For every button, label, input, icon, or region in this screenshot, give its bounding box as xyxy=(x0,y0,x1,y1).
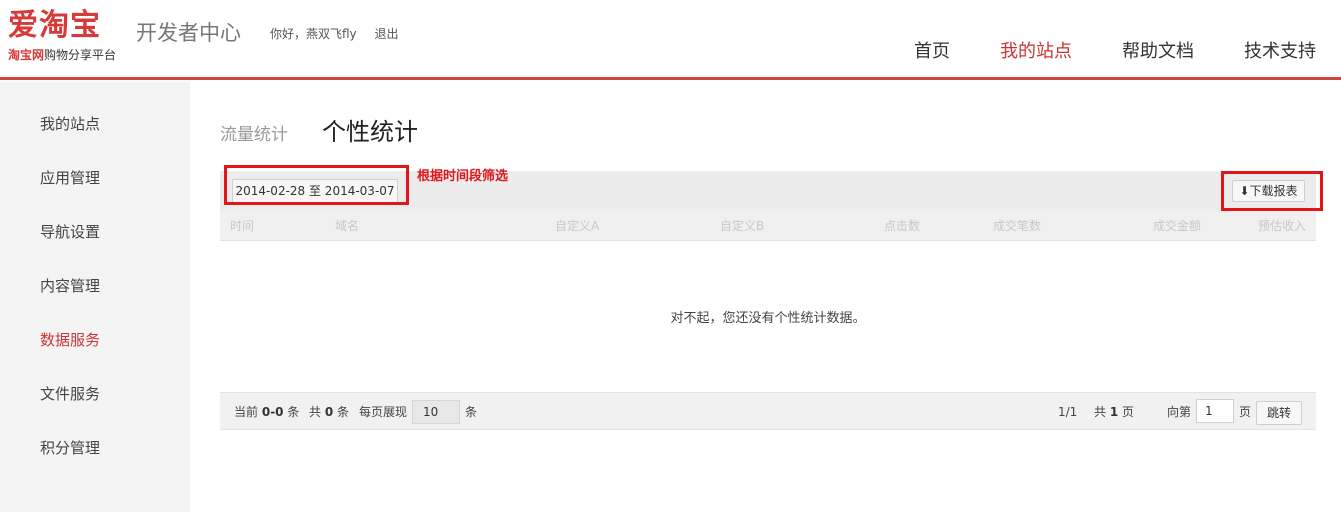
page-status: 1/1 xyxy=(1058,405,1078,419)
user-greeting: 你好，燕双飞fly 退出 xyxy=(270,26,399,42)
per-page-unit: 条 xyxy=(465,405,478,419)
total-label: 共 xyxy=(309,405,322,419)
sidebar-item-nav-settings[interactable]: 导航设置 xyxy=(40,222,100,242)
total-pages: 共 1 页 xyxy=(1094,404,1134,420)
nav-help-docs[interactable]: 帮助文档 xyxy=(1122,40,1194,64)
dev-center-title: 开发者中心 xyxy=(136,21,241,45)
filter-annotation: 根据时间段筛选 xyxy=(417,169,509,184)
column-header-time: 时间 xyxy=(230,219,255,233)
aitaobao-logo[interactable]: 爱淘宝 淘宝网购物分享平台 xyxy=(8,8,128,64)
nav-my-sites[interactable]: 我的站点 xyxy=(1000,40,1072,64)
download-highlight xyxy=(1221,171,1323,211)
column-header-custom-a: 自定义A xyxy=(555,219,600,233)
table-header: 时间 域名 自定义A 自定义B 点击数 成交笔数 成交金额 预估收入 xyxy=(220,211,1316,241)
goto-label: 向第 xyxy=(1167,405,1192,419)
goto-page-input[interactable]: 1 xyxy=(1196,399,1234,423)
column-header-custom-b: 自定义B xyxy=(720,219,765,233)
column-header-domain: 域名 xyxy=(335,219,360,233)
goto-unit: 页 xyxy=(1239,405,1252,419)
logo-sub-brand: 淘宝网 xyxy=(8,48,45,62)
sidebar-item-app-management[interactable]: 应用管理 xyxy=(40,168,100,188)
logout-link[interactable]: 退出 xyxy=(375,27,399,41)
logo-subtitle: 淘宝网购物分享平台 xyxy=(8,48,116,62)
empty-message: 对不起，您还没有个性统计数据。 xyxy=(670,311,866,326)
current-range: 当前 0-0 条 xyxy=(234,404,299,420)
date-range-highlight xyxy=(224,165,409,205)
total-pages-label: 共 xyxy=(1094,405,1107,419)
sidebar-item-file-service[interactable]: 文件服务 xyxy=(40,384,100,404)
current-label: 当前 xyxy=(234,405,259,419)
header: 爱淘宝 淘宝网购物分享平台 开发者中心 你好，燕双飞fly 退出 首页 我的站点… xyxy=(0,0,1341,80)
pagination-bar: 当前 0-0 条 共 0 条 每页展现 10 条 1/1 共 1 页 向第 1 … xyxy=(220,392,1316,430)
column-header-amount: 成交金额 xyxy=(1153,219,1202,233)
sidebar-item-points-management[interactable]: 积分管理 xyxy=(40,438,100,458)
total-pages-value: 1 xyxy=(1109,405,1119,419)
current-unit: 条 xyxy=(287,405,300,419)
per-page-input[interactable]: 10 xyxy=(412,400,460,424)
total-count: 共 0 条 xyxy=(309,404,349,420)
total-unit: 条 xyxy=(337,405,350,419)
nav-tech-support[interactable]: 技术支持 xyxy=(1244,40,1316,64)
total-value: 0 xyxy=(324,405,334,419)
jump-button[interactable]: 跳转 xyxy=(1256,401,1302,425)
tab-custom-stats[interactable]: 个性统计 xyxy=(322,117,418,147)
sidebar-item-data-service[interactable]: 数据服务 xyxy=(40,330,100,350)
nav-home[interactable]: 首页 xyxy=(914,40,950,64)
total-pages-unit: 页 xyxy=(1122,405,1135,419)
column-header-clicks: 点击数 xyxy=(884,219,921,233)
sidebar-item-content-management[interactable]: 内容管理 xyxy=(40,276,100,296)
current-range-value: 0-0 xyxy=(261,405,284,419)
greeting-text: 你好，燕双飞fly xyxy=(270,27,357,41)
logo-sub-text: 购物分享平台 xyxy=(44,48,117,62)
column-header-estimated-income: 预估收入 xyxy=(1258,219,1307,233)
logo-main-text: 爱淘宝 xyxy=(8,8,101,43)
column-header-orders: 成交笔数 xyxy=(993,219,1042,233)
sidebar-item-my-sites[interactable]: 我的站点 xyxy=(40,114,100,134)
tab-traffic-stats[interactable]: 流量统计 xyxy=(220,124,288,146)
per-page-label: 每页展现 xyxy=(359,405,408,419)
